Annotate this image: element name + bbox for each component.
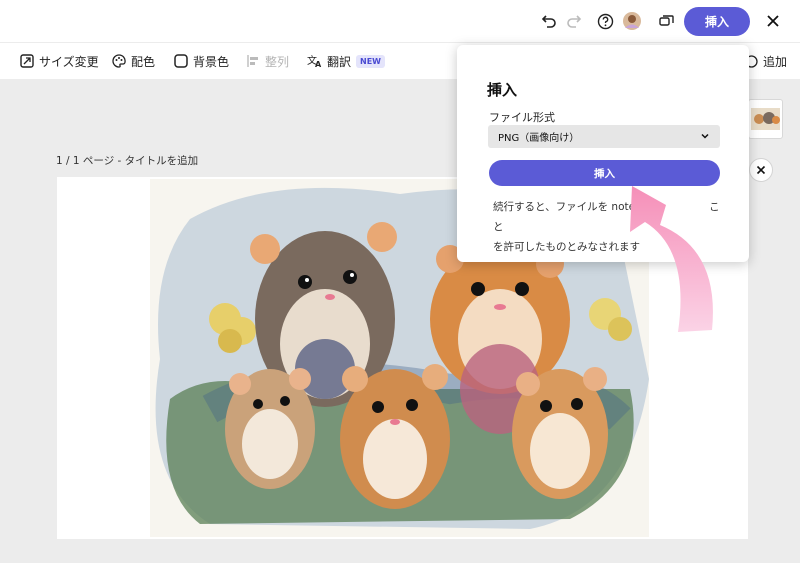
popover-title: 挿入 [487, 81, 518, 99]
resize-label: サイズ変更 [39, 54, 99, 69]
chevron-down-icon [701, 133, 709, 139]
background-label: 背景色 [193, 54, 230, 69]
align-button[interactable]: 整列 [246, 51, 289, 71]
consent-note-line1: 続行すると、ファイルを note [493, 201, 636, 213]
translate-label: 翻訳 [327, 54, 352, 69]
insert-button-top[interactable]: 挿入 [684, 7, 750, 36]
top-bar: 挿入 [0, 0, 800, 42]
user-avatar[interactable] [621, 10, 643, 32]
consent-note: 続行すると、ファイルを note こと を許可したものとみなされます [493, 197, 723, 257]
close-circle-icon[interactable] [749, 158, 773, 182]
file-format-value: PNG（画像向け） [498, 133, 580, 144]
svg-text:A: A [315, 60, 322, 68]
comment-icon[interactable] [655, 10, 677, 32]
new-badge: NEW [356, 54, 385, 68]
add-button[interactable]: 追加 [745, 51, 787, 71]
insert-popover: 挿入 ファイル形式 PNG（画像向け） 挿入 続行すると、ファイルを note こ… [457, 45, 749, 262]
translate-icon: 文A [307, 54, 322, 68]
close-icon[interactable] [762, 10, 784, 32]
redo-icon[interactable] [563, 10, 585, 32]
file-format-label: ファイル形式 [489, 111, 555, 124]
background-color-button[interactable]: 背景色 [174, 51, 229, 71]
undo-icon[interactable] [538, 10, 560, 32]
translate-button[interactable]: 文A 翻訳 NEW [307, 51, 385, 71]
align-label: 整列 [265, 54, 290, 69]
resize-icon [20, 54, 34, 68]
insert-confirm-button[interactable]: 挿入 [489, 160, 720, 186]
help-icon[interactable] [594, 10, 616, 32]
palette-icon [112, 54, 126, 68]
page-thumbnail[interactable] [748, 99, 783, 139]
add-label: 追加 [763, 54, 788, 69]
resize-button[interactable]: サイズ変更 [20, 51, 99, 71]
file-format-select[interactable]: PNG（画像向け） [488, 125, 720, 148]
background-square-icon [174, 54, 188, 68]
page-label: 1 / 1 ページ - タイトルを追加 [56, 155, 199, 167]
color-scheme-button[interactable]: 配色 [112, 51, 155, 71]
align-icon [247, 55, 258, 67]
consent-note-line2: を許可したものとみなされます [493, 241, 640, 253]
color-label: 配色 [131, 54, 156, 69]
